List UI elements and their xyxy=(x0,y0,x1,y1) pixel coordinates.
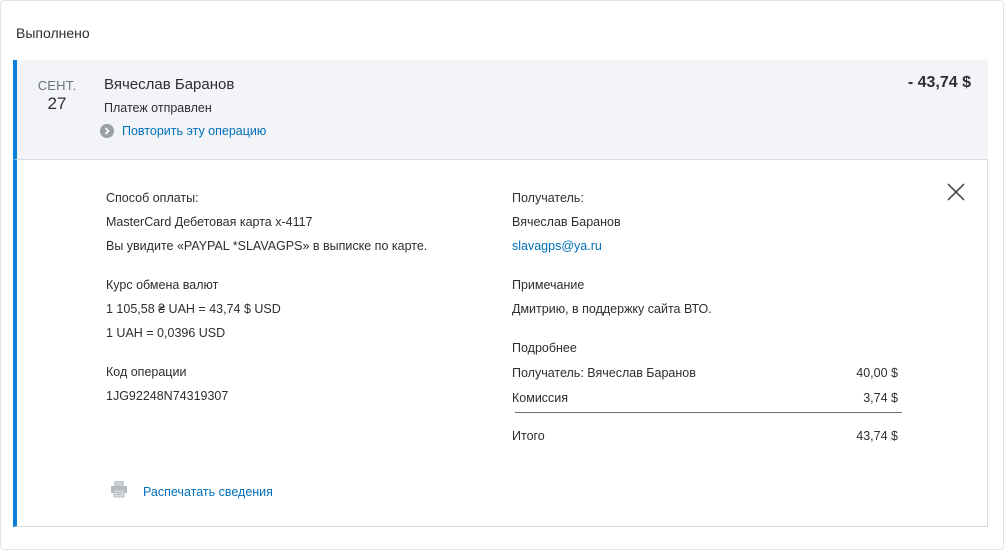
print-details-link[interactable]: Распечатать сведения xyxy=(110,480,273,503)
more-details-label: Подробнее xyxy=(512,341,577,355)
date-month: СЕНТ. xyxy=(37,78,77,93)
breakdown-recipient-label: Получатель: Вячеслав Баранов xyxy=(512,366,696,380)
transaction-summary[interactable]: СЕНТ. 27 Вячеслав Баранов Платеж отправл… xyxy=(13,60,988,159)
counterparty-name: Вячеслав Баранов xyxy=(104,76,235,93)
totals-divider xyxy=(515,412,902,413)
recipient-email-link[interactable]: slavagps@ya.ru xyxy=(512,240,602,253)
exchange-label: Курс обмена валют xyxy=(106,278,219,292)
recipient-name: Вячеслав Баранов xyxy=(512,215,621,229)
note-value: Дмитрию, в поддержку сайта ВТО. xyxy=(512,302,712,316)
breakdown-fee-label: Комиссия xyxy=(512,391,569,405)
recipient-label: Получатель: xyxy=(512,191,584,205)
status-heading: Выполнено xyxy=(16,25,90,41)
transaction-date: СЕНТ. 27 xyxy=(33,78,81,114)
transaction-code-label: Код операции xyxy=(106,365,187,379)
transaction-code-value[interactable]: 1JG92248N74319307 xyxy=(106,390,228,403)
payment-method-label: Способ оплаты: xyxy=(106,191,199,205)
printer-icon xyxy=(110,480,128,503)
repeat-operation-label: Повторить эту операцию xyxy=(122,124,267,138)
chevron-right-circle-icon xyxy=(100,124,114,138)
print-details-label: Распечатать сведения xyxy=(143,484,273,499)
total-value: 43,74 $ xyxy=(856,429,898,443)
transaction-card: Выполнено СЕНТ. 27 Вячеслав Баранов Плат… xyxy=(0,0,1004,550)
date-day: 27 xyxy=(47,94,67,113)
statement-note: Вы увидите «PAYPAL *SLAVAGPS» в выписке … xyxy=(106,239,428,253)
repeat-operation-link[interactable]: Повторить эту операцию xyxy=(100,124,266,138)
payment-method-value: MasterCard Дебетовая карта x-4117 xyxy=(106,215,313,229)
transaction-details: Способ оплаты: MasterCard Дебетовая карт… xyxy=(13,159,988,527)
details-left-column: Способ оплаты: MasterCard Дебетовая карт… xyxy=(106,160,496,460)
total-label: Итого xyxy=(512,429,545,443)
exchange-value: 1 105,58 ₴ UAH = 43,74 $ USD xyxy=(106,302,281,316)
transaction-status: Платеж отправлен xyxy=(104,101,212,115)
details-right-column: Получатель: Вячеслав Баранов slavagps@ya… xyxy=(512,160,898,460)
breakdown-recipient-value: 40,00 $ xyxy=(856,366,898,380)
breakdown-fee-value: 3,74 $ xyxy=(863,391,898,405)
close-icon[interactable] xyxy=(946,182,966,202)
transaction-amount: - 43,74 $ xyxy=(907,74,971,91)
note-label: Примечание xyxy=(512,278,585,292)
exchange-rate: 1 UAH = 0,0396 USD xyxy=(106,326,226,340)
